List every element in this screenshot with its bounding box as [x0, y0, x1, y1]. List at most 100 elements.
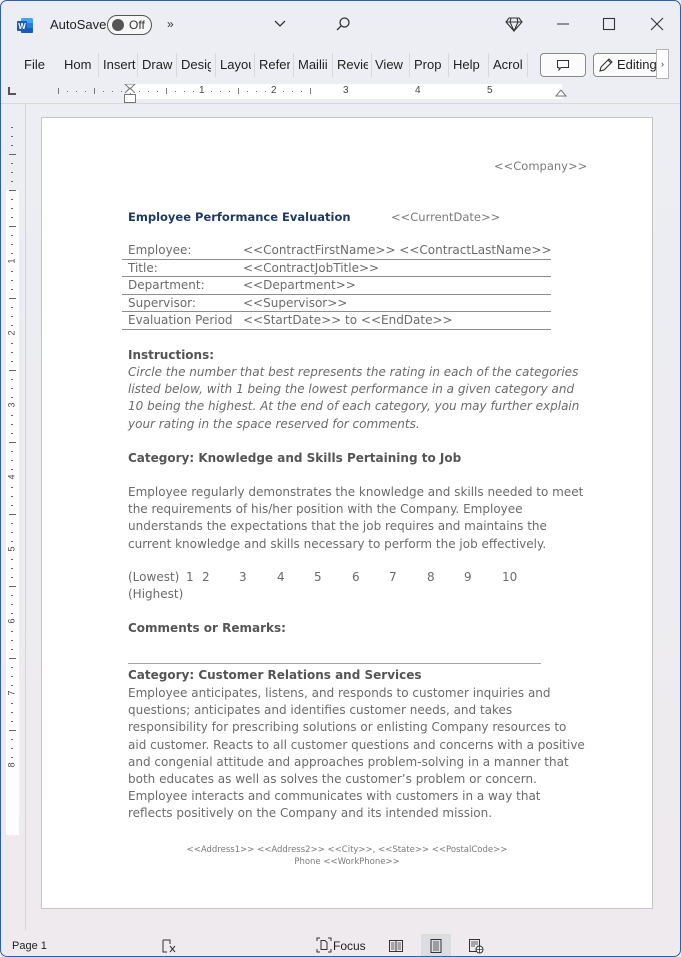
document-title: Employee Performance Evaluation [128, 210, 351, 224]
tab-separator [488, 53, 489, 77]
ruler-tick [229, 91, 230, 92]
ruler-tick [166, 88, 167, 94]
ribbon-scroll-right-button[interactable]: › [656, 49, 669, 79]
comments-button[interactable] [540, 53, 586, 77]
tab-acrobat[interactable]: Acrol [493, 57, 523, 75]
ruler-tick [265, 91, 266, 92]
maximize-icon[interactable] [600, 15, 618, 33]
ruler-tick [11, 199, 13, 200]
ruler-tick [11, 127, 13, 128]
proofing-icon[interactable] [161, 938, 177, 954]
title-bar: W AutoSave Off » [1, 1, 680, 49]
company-field: <<Company>> [494, 159, 588, 173]
ruler-tick [139, 91, 140, 92]
tab-separator [527, 53, 528, 77]
rating-option[interactable]: 7 [389, 570, 397, 584]
tab-mailings[interactable]: Mailii [298, 57, 329, 75]
tab-help[interactable]: Help [453, 57, 483, 75]
row-value: <<Department>> [243, 278, 356, 292]
tab-layout[interactable]: Layou [220, 57, 251, 75]
ruler-tick [11, 163, 13, 164]
ruler-tick [11, 685, 13, 686]
scale-highest-label: (Highest) [128, 587, 184, 601]
ruler-number: 4 [415, 85, 421, 96]
autosave-toggle[interactable]: Off [107, 15, 152, 35]
print-layout-button[interactable] [421, 934, 451, 956]
ruler-tick [9, 190, 16, 191]
rating-option[interactable]: 2 [202, 570, 210, 584]
tab-draw[interactable]: Draw [142, 57, 174, 75]
footer-address: <<Address1>> <<Address2>> <<City>>, <<St… [186, 845, 508, 855]
employee-info-table: Employee: <<ContractFirstName>> <<Contra… [122, 242, 552, 330]
close-icon[interactable] [648, 15, 666, 33]
first-line-indent-marker[interactable] [124, 84, 136, 93]
ruler-tick [112, 91, 113, 92]
rating-option[interactable]: 3 [239, 570, 247, 584]
category-description: Employee anticipates, listens, and respo… [128, 686, 585, 821]
ruler-tick [11, 244, 13, 245]
rating-option[interactable]: 10 [502, 570, 517, 584]
tab-design[interactable]: Desig [181, 57, 211, 75]
tab-properties[interactable]: Prop [414, 57, 445, 75]
tab-references[interactable]: Refer [259, 57, 290, 75]
tab-view[interactable]: View [375, 57, 405, 75]
horizontal-ruler[interactable]: 1 2 3 4 5 [29, 84, 629, 99]
ruler-tick [9, 730, 16, 731]
web-layout-icon[interactable] [468, 938, 484, 954]
ruler-tick [11, 487, 13, 488]
ruler-number: 2 [271, 85, 277, 96]
tab-review[interactable]: Revie [337, 57, 368, 75]
ruler-tick [58, 88, 59, 94]
ruler-tick [94, 88, 95, 94]
ruler-tick [11, 136, 13, 137]
ruler-tick [9, 226, 16, 227]
document-page[interactable]: <<Company>> Employee Performance Evaluat… [41, 117, 653, 909]
tab-file[interactable]: File [24, 57, 46, 75]
ruler-tick [11, 307, 13, 308]
ruler-tick [11, 280, 13, 281]
toggle-knob [112, 19, 124, 31]
vertical-ruler[interactable]: 1 2 3 4 5 6 7 8 [6, 104, 22, 914]
right-indent-marker[interactable] [555, 88, 567, 97]
comment-line [128, 663, 541, 664]
instructions-heading: Instructions: [128, 348, 215, 362]
read-mode-icon[interactable] [388, 938, 404, 954]
table-row: Evaluation Period <<StartDate>> to <<End… [122, 312, 551, 330]
ruler-tick [9, 298, 16, 299]
ruler-tick [67, 91, 68, 92]
more-commands-button[interactable]: » [167, 17, 174, 31]
page-number[interactable]: Page 1 [12, 940, 47, 952]
diamond-icon[interactable] [505, 15, 523, 33]
rating-option[interactable]: 5 [314, 570, 322, 584]
row-label: Supervisor: [128, 295, 196, 310]
ruler-tick [11, 577, 13, 578]
ruler-tick [11, 649, 13, 650]
ruler-tick [11, 496, 13, 497]
svg-text:W: W [18, 22, 26, 31]
left-indent-marker[interactable] [124, 94, 136, 103]
rating-option[interactable]: 8 [427, 570, 435, 584]
search-icon[interactable] [335, 16, 351, 32]
rating-option[interactable]: 1 [186, 570, 194, 584]
tab-separator [409, 53, 410, 77]
rating-option[interactable]: 4 [277, 570, 285, 584]
autosave-label: AutoSave [50, 17, 107, 32]
ruler-tick [11, 523, 13, 524]
focus-label: Focus [333, 939, 366, 953]
editing-mode-button[interactable]: Editing [593, 53, 661, 77]
ruler-number: 2 [6, 330, 17, 336]
tab-insert[interactable]: Insert [103, 57, 136, 75]
ruler-tick [238, 88, 239, 94]
rating-option[interactable]: 9 [464, 570, 472, 584]
rating-option[interactable]: 6 [352, 570, 360, 584]
comments-heading: Comments or Remarks: [128, 621, 286, 635]
ruler-tick [85, 91, 86, 92]
footer-phone: Phone <<WorkPhone>> [294, 857, 400, 867]
table-row: Employee: <<ContractFirstName>> <<Contra… [122, 242, 552, 260]
chevron-down-icon[interactable] [273, 16, 287, 30]
tab-selector-icon[interactable] [8, 87, 16, 95]
ruler-tick [11, 415, 13, 416]
tab-home[interactable]: Hom [64, 57, 94, 75]
ruler-tick [103, 91, 104, 92]
minimize-icon[interactable] [554, 15, 572, 33]
